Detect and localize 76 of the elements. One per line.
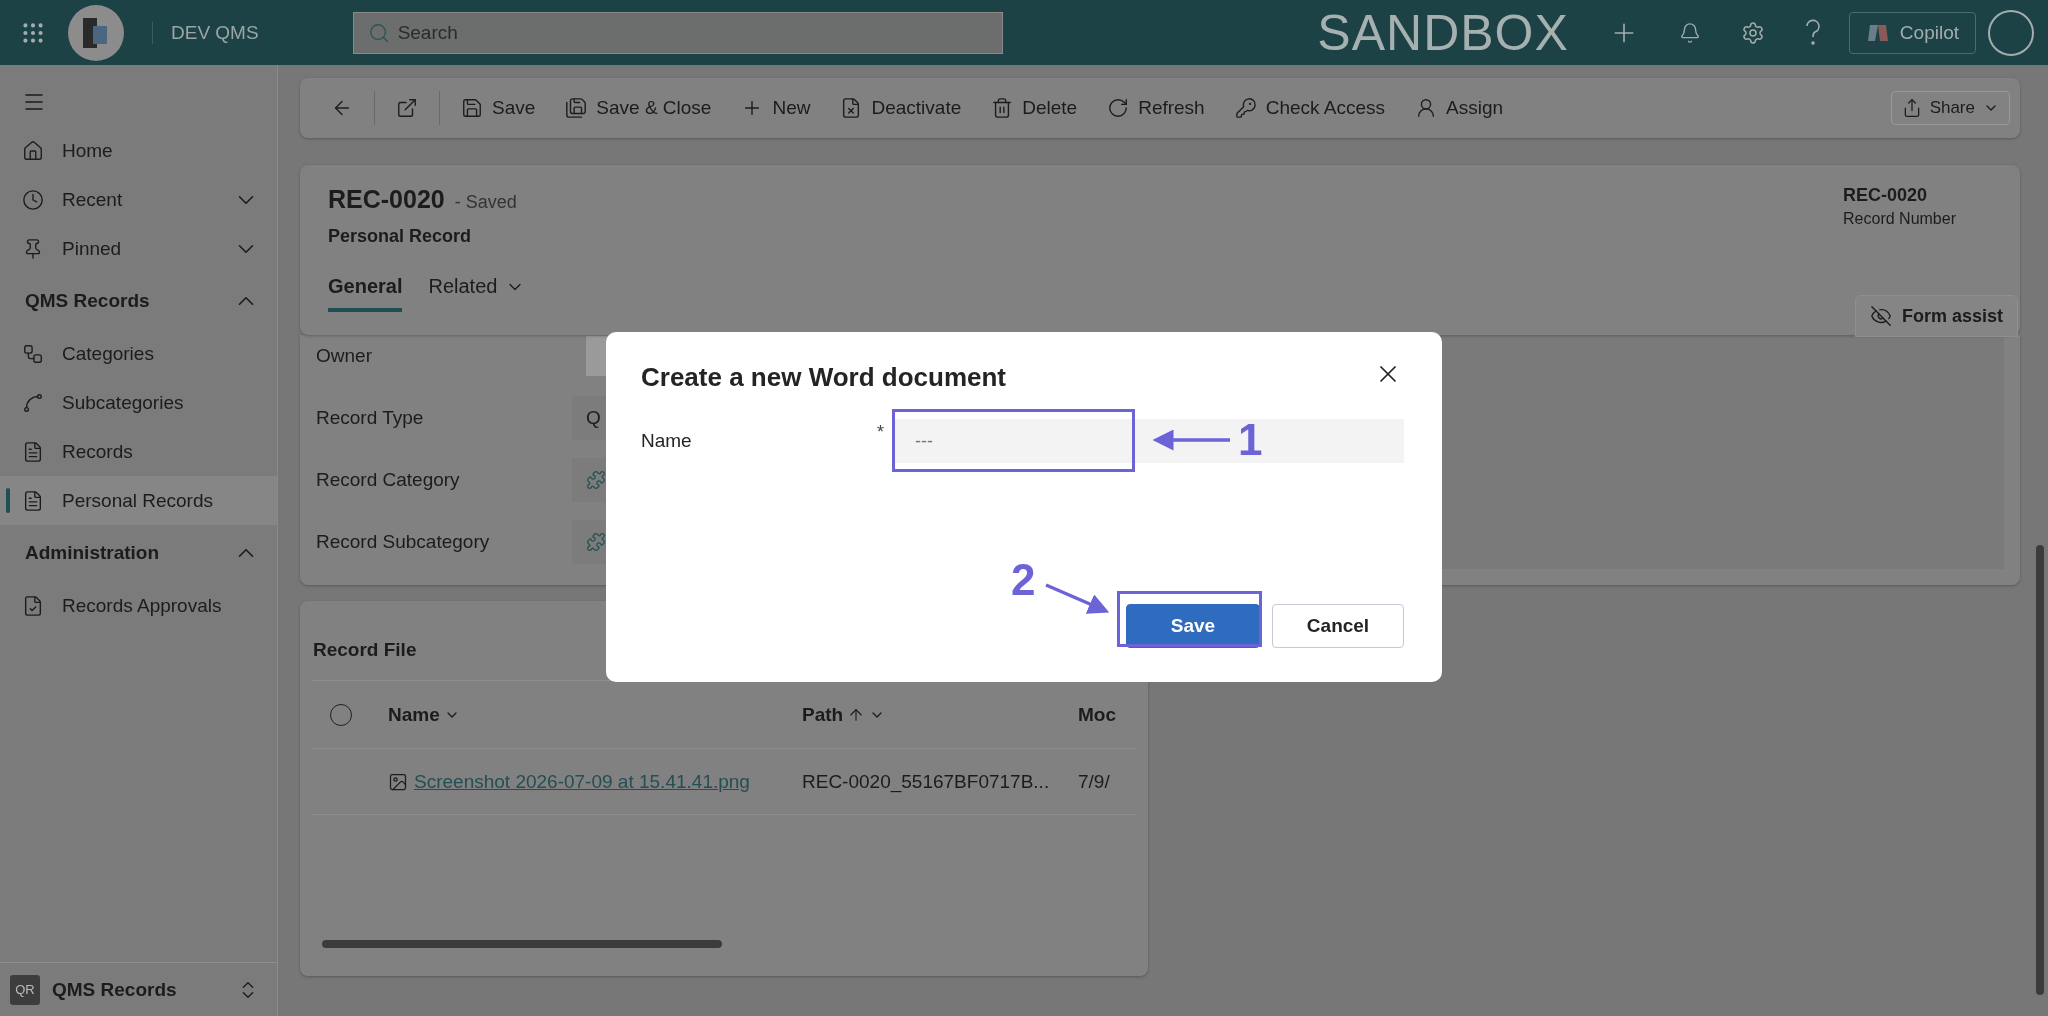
area-badge: QR — [10, 974, 40, 1005]
search-icon — [367, 21, 390, 44]
clock-icon — [22, 188, 44, 211]
trash-icon — [991, 97, 1014, 119]
form-assist-button[interactable]: Form assist — [1854, 295, 2018, 337]
command-button[interactable]: Refresh — [1094, 86, 1218, 130]
required-mark: * — [877, 423, 885, 441]
pop-out-icon — [396, 97, 418, 119]
column-header[interactable]: Path — [802, 703, 1078, 726]
cancel-button[interactable]: Cancel — [1272, 604, 1404, 648]
column-header[interactable]: Moc — [1078, 703, 1114, 726]
app-name: DEV QMS — [152, 21, 259, 44]
save-icon — [461, 97, 483, 119]
field-label: Owner — [316, 345, 373, 367]
person-icon — [1415, 97, 1437, 119]
callout-number: 2 — [1011, 558, 1036, 602]
refresh-icon — [1107, 97, 1130, 119]
copilot-button[interactable]: Copilot — [1848, 11, 1976, 54]
environment-label: SANDBOX — [1317, 3, 1569, 62]
nav-item[interactable]: Categories — [62, 342, 259, 365]
nav-item[interactable]: Recent — [62, 188, 215, 211]
save-all-icon — [565, 97, 588, 119]
field-label: Record Type — [316, 407, 425, 429]
dialog-title: Create a new Word document — [641, 362, 1007, 393]
share-button[interactable]: Share — [1890, 91, 2010, 125]
nav-item[interactable]: Pinned — [62, 237, 215, 260]
header-field-value: REC-0020 — [1843, 185, 1929, 206]
settings-icon[interactable] — [1740, 20, 1765, 45]
field-label: Name — [641, 430, 693, 452]
line-chart-icon — [22, 391, 44, 414]
form-tab[interactable]: General — [328, 275, 403, 312]
command-button[interactable]: Delete — [978, 86, 1091, 130]
eye-off-icon — [1869, 305, 1892, 327]
document-icon — [22, 440, 44, 463]
nav-item[interactable]: Records — [62, 440, 259, 463]
command-button[interactable]: Save & Close — [552, 86, 725, 130]
document-icon — [22, 489, 44, 512]
nav-item[interactable]: Records Approvals — [62, 594, 259, 617]
horizontal-scrollbar[interactable] — [322, 940, 722, 948]
record-title: REC-0020 — [328, 185, 445, 214]
table-cell: REC-0020_55167BF0717B... — [802, 770, 1050, 793]
header-field-label: Record Number — [1843, 210, 1956, 228]
form-tab[interactable]: Related — [428, 275, 526, 312]
command-button[interactable]: Assign — [1402, 86, 1517, 130]
notifications-icon[interactable] — [1678, 21, 1701, 44]
lookup-icon — [586, 470, 606, 490]
home-icon — [22, 139, 44, 162]
column-header[interactable]: Name — [388, 703, 802, 726]
save-button[interactable]: Save — [1126, 604, 1260, 648]
image-file-icon — [388, 771, 408, 792]
document-check-icon — [22, 594, 44, 617]
nav-item[interactable]: Subcategories — [62, 391, 259, 414]
command-button[interactable]: New — [728, 86, 824, 130]
file-link[interactable]: Screenshot 2026-07-09 at 15.41.41.png — [414, 770, 750, 793]
user-avatar[interactable] — [1988, 9, 2034, 56]
save-status: - Saved — [454, 192, 517, 213]
field-label: Record Subcategory — [316, 531, 491, 553]
table-cell: 7/9/ — [1078, 770, 1110, 793]
command-button[interactable]: Check Access — [1221, 86, 1398, 130]
flowchart-icon — [22, 342, 44, 365]
key-icon — [1234, 97, 1257, 119]
command-button[interactable]: Save — [448, 86, 549, 130]
vertical-scrollbar[interactable] — [2036, 545, 2044, 995]
field-label: Record Category — [316, 469, 461, 491]
search-field[interactable]: Search — [352, 11, 1003, 54]
help-icon[interactable] — [1804, 18, 1821, 47]
section-heading[interactable]: QMS Records — [25, 290, 233, 312]
area-name: QMS Records — [52, 978, 178, 1001]
nav-item[interactable]: Home — [62, 139, 259, 162]
search-placeholder: Search — [397, 21, 458, 44]
callout-number: 1 — [1238, 418, 1263, 462]
section-heading[interactable]: Administration — [25, 542, 233, 564]
command-button[interactable]: Deactivate — [827, 86, 975, 130]
lookup-icon — [586, 532, 606, 552]
entity-name: Personal Record — [328, 226, 473, 247]
area-switcher[interactable]: QR QMS Records — [0, 962, 277, 1016]
